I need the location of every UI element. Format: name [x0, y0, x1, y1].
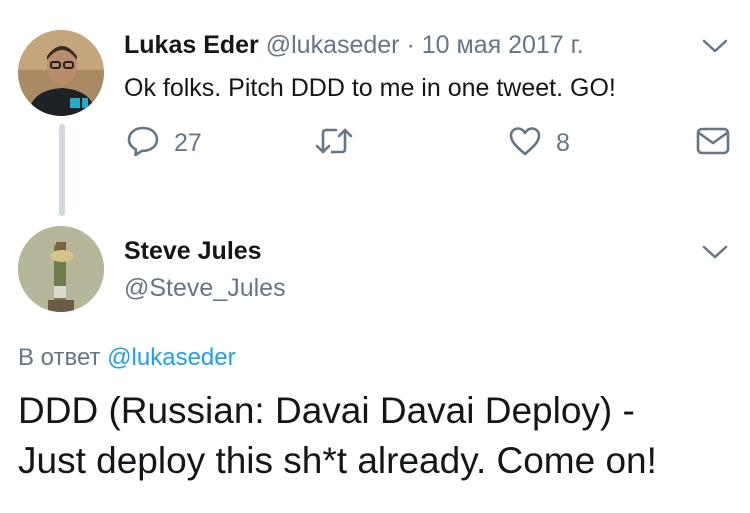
tweet1-header: Lukas Eder @lukaseder · 10 мая 2017 г.: [124, 30, 584, 60]
dm-icon: [696, 127, 730, 160]
reply-button[interactable]: 27: [126, 126, 202, 160]
retweet-icon: [314, 125, 354, 162]
tweet2-text: DDD (Russian: Davai Davai Deploy) - Just…: [18, 386, 738, 486]
reply-to-link[interactable]: @lukaseder: [107, 344, 235, 371]
tweet2-author-handle[interactable]: @Steve_Jules: [124, 273, 286, 303]
reply-prefix: В ответ: [18, 344, 101, 371]
tweet1-author-name[interactable]: Lukas Eder: [124, 31, 259, 59]
tweet1-author-handle[interactable]: @lukaseder: [266, 31, 400, 59]
like-icon: [508, 125, 542, 162]
tweet2-text-line-2: Just deploy this sh*t already. Come on!: [18, 440, 657, 481]
reply-count: 27: [174, 128, 202, 157]
retweet-button[interactable]: [314, 126, 368, 160]
avatar-steve-jules[interactable]: [18, 226, 104, 312]
reply-context: В ответ @lukaseder: [18, 343, 236, 373]
like-count: 8: [556, 128, 570, 157]
direct-message-button[interactable]: [696, 127, 730, 160]
like-button[interactable]: 8: [508, 126, 570, 160]
chevron-down-icon[interactable]: [702, 244, 728, 260]
chevron-down-icon[interactable]: [702, 38, 728, 54]
tweet1-date[interactable]: 10 мая 2017 г.: [422, 31, 584, 59]
tweet1-separator: ·: [406, 31, 415, 59]
avatar-lukas-eder[interactable]: [18, 30, 104, 116]
tweet2-text-line-1: DDD (Russian: Davai Davai Deploy) -: [18, 390, 635, 431]
thread-connector-line: [59, 124, 65, 216]
tweet2-author-name[interactable]: Steve Jules: [124, 236, 262, 266]
tweet1-text: Ok folks. Pitch DDD to me in one tweet. …: [124, 74, 616, 102]
reply-icon: [126, 125, 160, 162]
